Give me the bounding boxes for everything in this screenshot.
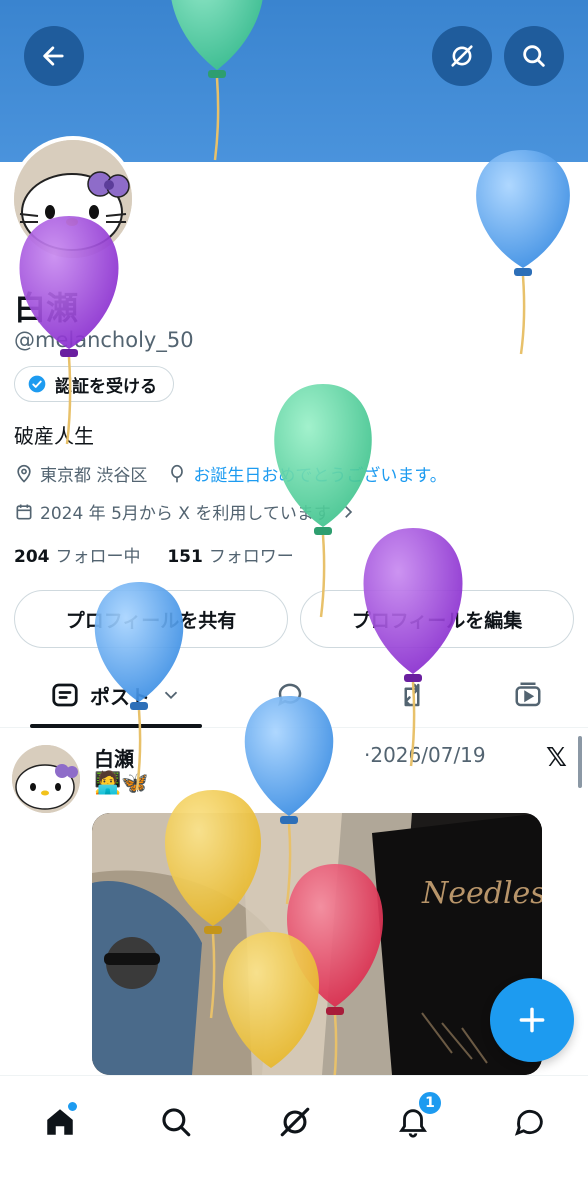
grok-button[interactable]: [432, 26, 492, 86]
profile-bio: 破産人生: [14, 424, 94, 448]
balloon-blue-right: [458, 148, 588, 378]
active-tab-indicator: [30, 724, 202, 728]
following-count: 204: [14, 547, 50, 567]
tab-posts-label: ポスト: [90, 684, 150, 709]
grok-icon: [451, 45, 473, 67]
back-button[interactable]: [24, 26, 84, 86]
post-avatar[interactable]: [12, 745, 80, 813]
edit-profile-button[interactable]: プロフィールを編集: [300, 590, 574, 648]
profile-location: 東京都 渋谷区: [40, 466, 148, 486]
nav-home[interactable]: [32, 1094, 88, 1150]
post-date: ·2026/07/19: [364, 743, 486, 767]
tab-media[interactable]: [498, 662, 558, 728]
profile-avatar[interactable]: [10, 136, 136, 262]
video-icon: [515, 682, 541, 707]
chevron-down-icon: [164, 691, 178, 700]
x-logo-icon: 𝕏: [546, 743, 567, 773]
chevron-right-icon[interactable]: [339, 503, 357, 521]
nav-search[interactable]: [148, 1094, 204, 1150]
verified-badge-icon: [28, 375, 46, 393]
post-image[interactable]: Needles: [92, 813, 542, 1075]
balloon-green-middle: [258, 382, 388, 618]
search-icon: [162, 1108, 191, 1137]
reply-icon: [278, 683, 302, 707]
nav-grok[interactable]: [267, 1094, 323, 1150]
notifications-badge: 1: [417, 1090, 443, 1116]
calendar-icon: [16, 504, 32, 519]
get-verified-button[interactable]: 認証を受ける: [14, 366, 174, 402]
location-birthday-row: 東京都 渋谷区 お誕生日おめでとうございます。: [14, 461, 447, 486]
followers-label: フォロワー: [208, 547, 294, 567]
tab-reposts[interactable]: [382, 662, 442, 728]
plus-icon: [519, 1007, 545, 1033]
profile-tabs: ポスト: [0, 662, 588, 728]
joined-date: 2024 年 5月から X を利用しています: [40, 504, 331, 524]
profile-handle: @melancholy_50: [14, 328, 194, 352]
repost-icon: [404, 683, 420, 707]
profile-name: 白瀬: [14, 289, 79, 327]
balloon-icon: [171, 464, 184, 482]
avatar-image: [14, 140, 132, 258]
following-label: フォロー中: [55, 547, 141, 567]
share-profile-button[interactable]: プロフィールを共有: [14, 590, 288, 648]
post-text: 🧑‍💻🦋: [94, 771, 149, 796]
arrow-left-icon: [43, 46, 64, 66]
home-unread-dot: [68, 1102, 77, 1111]
nav-notifications[interactable]: 1: [385, 1090, 443, 1150]
tab-posts[interactable]: ポスト: [30, 662, 202, 728]
posts-icon: [52, 683, 78, 707]
compose-post-button[interactable]: [490, 978, 574, 1062]
post-author[interactable]: 白瀬: [94, 743, 134, 772]
scrollbar[interactable]: [578, 736, 582, 788]
joined-row: 2024 年 5月から X を利用しています: [14, 499, 363, 524]
messages-icon: [514, 1110, 543, 1136]
get-verified-label: 認証を受ける: [55, 376, 157, 397]
post-image-text: Needles: [421, 876, 542, 911]
followers-link[interactable]: 151 フォロワー: [167, 547, 294, 567]
follow-counts: 204 フォロー中 151 フォロワー: [14, 542, 294, 567]
following-link[interactable]: 204 フォロー中: [14, 547, 141, 567]
followers-count: 151: [167, 547, 203, 567]
search-button[interactable]: [504, 26, 564, 86]
grok-icon: [280, 1107, 310, 1137]
nav-messages[interactable]: [502, 1094, 558, 1150]
bottom-navigation: 1: [0, 1075, 588, 1200]
tab-replies[interactable]: [260, 662, 320, 728]
birthday-message[interactable]: お誕生日おめでとうございます。: [193, 461, 446, 486]
location-pin-icon: [17, 464, 31, 483]
search-icon: [523, 45, 545, 67]
